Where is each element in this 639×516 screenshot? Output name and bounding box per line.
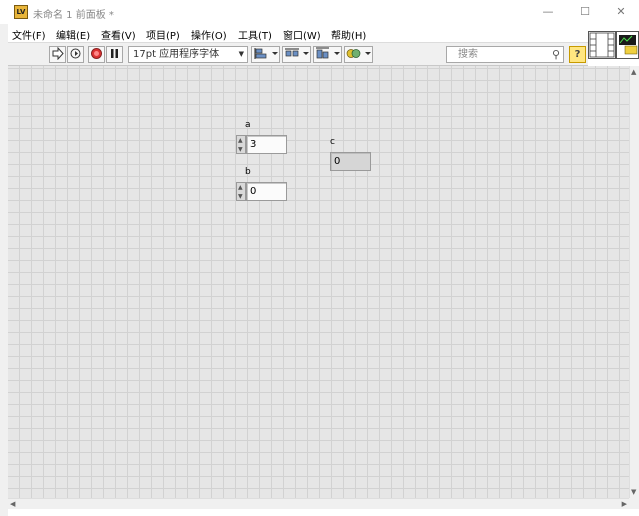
window-title: 未命名 1 前面板 * [33, 10, 114, 21]
arrow-down-icon[interactable]: ▼ [238, 194, 243, 200]
search-input[interactable]: 搜索 ⚲ [446, 46, 564, 63]
menu-tools[interactable]: 工具(T) [238, 27, 272, 42]
close-button[interactable]: ✕ [606, 3, 636, 21]
labview-app-icon: LV [14, 5, 28, 19]
menu-project[interactable]: 项目(P) [146, 27, 180, 42]
maximize-button[interactable]: ☐ [570, 3, 600, 21]
context-help-button[interactable]: ? [569, 46, 586, 63]
increment-decrement-buttons[interactable]: ▲ ▼ [236, 182, 246, 201]
control-a-label: a [245, 120, 251, 130]
align-objects-icon[interactable] [251, 46, 280, 63]
vi-icon[interactable] [616, 31, 639, 59]
menu-bar: 文件(F) 编辑(E) 查看(V) 项目(P) 操作(O) 工具(T) 窗口(W… [8, 24, 639, 42]
scroll-down-icon[interactable]: ▼ [631, 488, 636, 496]
numeric-field-a[interactable]: 3 [246, 135, 287, 154]
arrow-down-icon[interactable]: ▼ [238, 147, 243, 153]
run-arrow-icon[interactable] [49, 46, 66, 63]
numeric-field-b[interactable]: 0 [246, 182, 287, 201]
menu-edit[interactable]: 编辑(E) [56, 27, 90, 42]
reorder-objects-icon[interactable] [344, 46, 373, 63]
menu-help[interactable]: 帮助(H) [331, 27, 366, 42]
pause-icon[interactable] [106, 46, 123, 63]
scrollbar-corner [629, 498, 639, 509]
menu-file[interactable]: 文件(F) [12, 27, 46, 42]
control-b-label: b [245, 167, 251, 177]
vertical-scrollbar[interactable]: ▲ ▼ [629, 66, 639, 498]
connector-pane-icon[interactable] [588, 31, 616, 59]
scroll-left-icon[interactable]: ◀ [10, 500, 15, 508]
search-icon[interactable]: ⚲ [552, 47, 560, 62]
scroll-right-icon[interactable]: ▶ [622, 500, 627, 508]
increment-decrement-buttons[interactable]: ▲ ▼ [236, 135, 246, 154]
horizontal-scrollbar[interactable]: ◀ ▶ [8, 498, 629, 509]
title-bar: LV 未命名 1 前面板 * — ☐ ✕ [0, 0, 639, 24]
indicator-c-label: c [330, 137, 335, 147]
minimize-button[interactable]: — [533, 3, 563, 21]
distribute-objects-icon[interactable] [282, 46, 311, 63]
chevron-down-icon: ▼ [238, 50, 244, 58]
arrow-up-icon[interactable]: ▲ [238, 138, 243, 144]
arrow-up-icon[interactable]: ▲ [238, 185, 243, 191]
search-placeholder: 搜索 [458, 49, 478, 60]
resize-objects-icon[interactable] [313, 46, 342, 63]
background-window-edge [8, 509, 639, 516]
menu-view[interactable]: 查看(V) [101, 27, 136, 42]
numeric-indicator-c: 0 [330, 152, 371, 171]
font-select[interactable]: 17pt 应用程序字体 ▼ [128, 46, 248, 63]
toolbar: 17pt 应用程序字体 ▼ 搜索 ⚲ ? [8, 42, 588, 66]
run-continuously-icon[interactable] [67, 46, 84, 63]
abort-execution-icon[interactable] [88, 46, 105, 63]
menu-window[interactable]: 窗口(W) [283, 27, 321, 42]
font-select-value: 17pt 应用程序字体 [133, 49, 220, 60]
menu-operate[interactable]: 操作(O) [191, 27, 227, 42]
scroll-up-icon[interactable]: ▲ [631, 68, 636, 76]
front-panel-canvas[interactable]: a ▲ ▼ 3 b ▲ ▼ 0 c 0 [8, 66, 629, 498]
